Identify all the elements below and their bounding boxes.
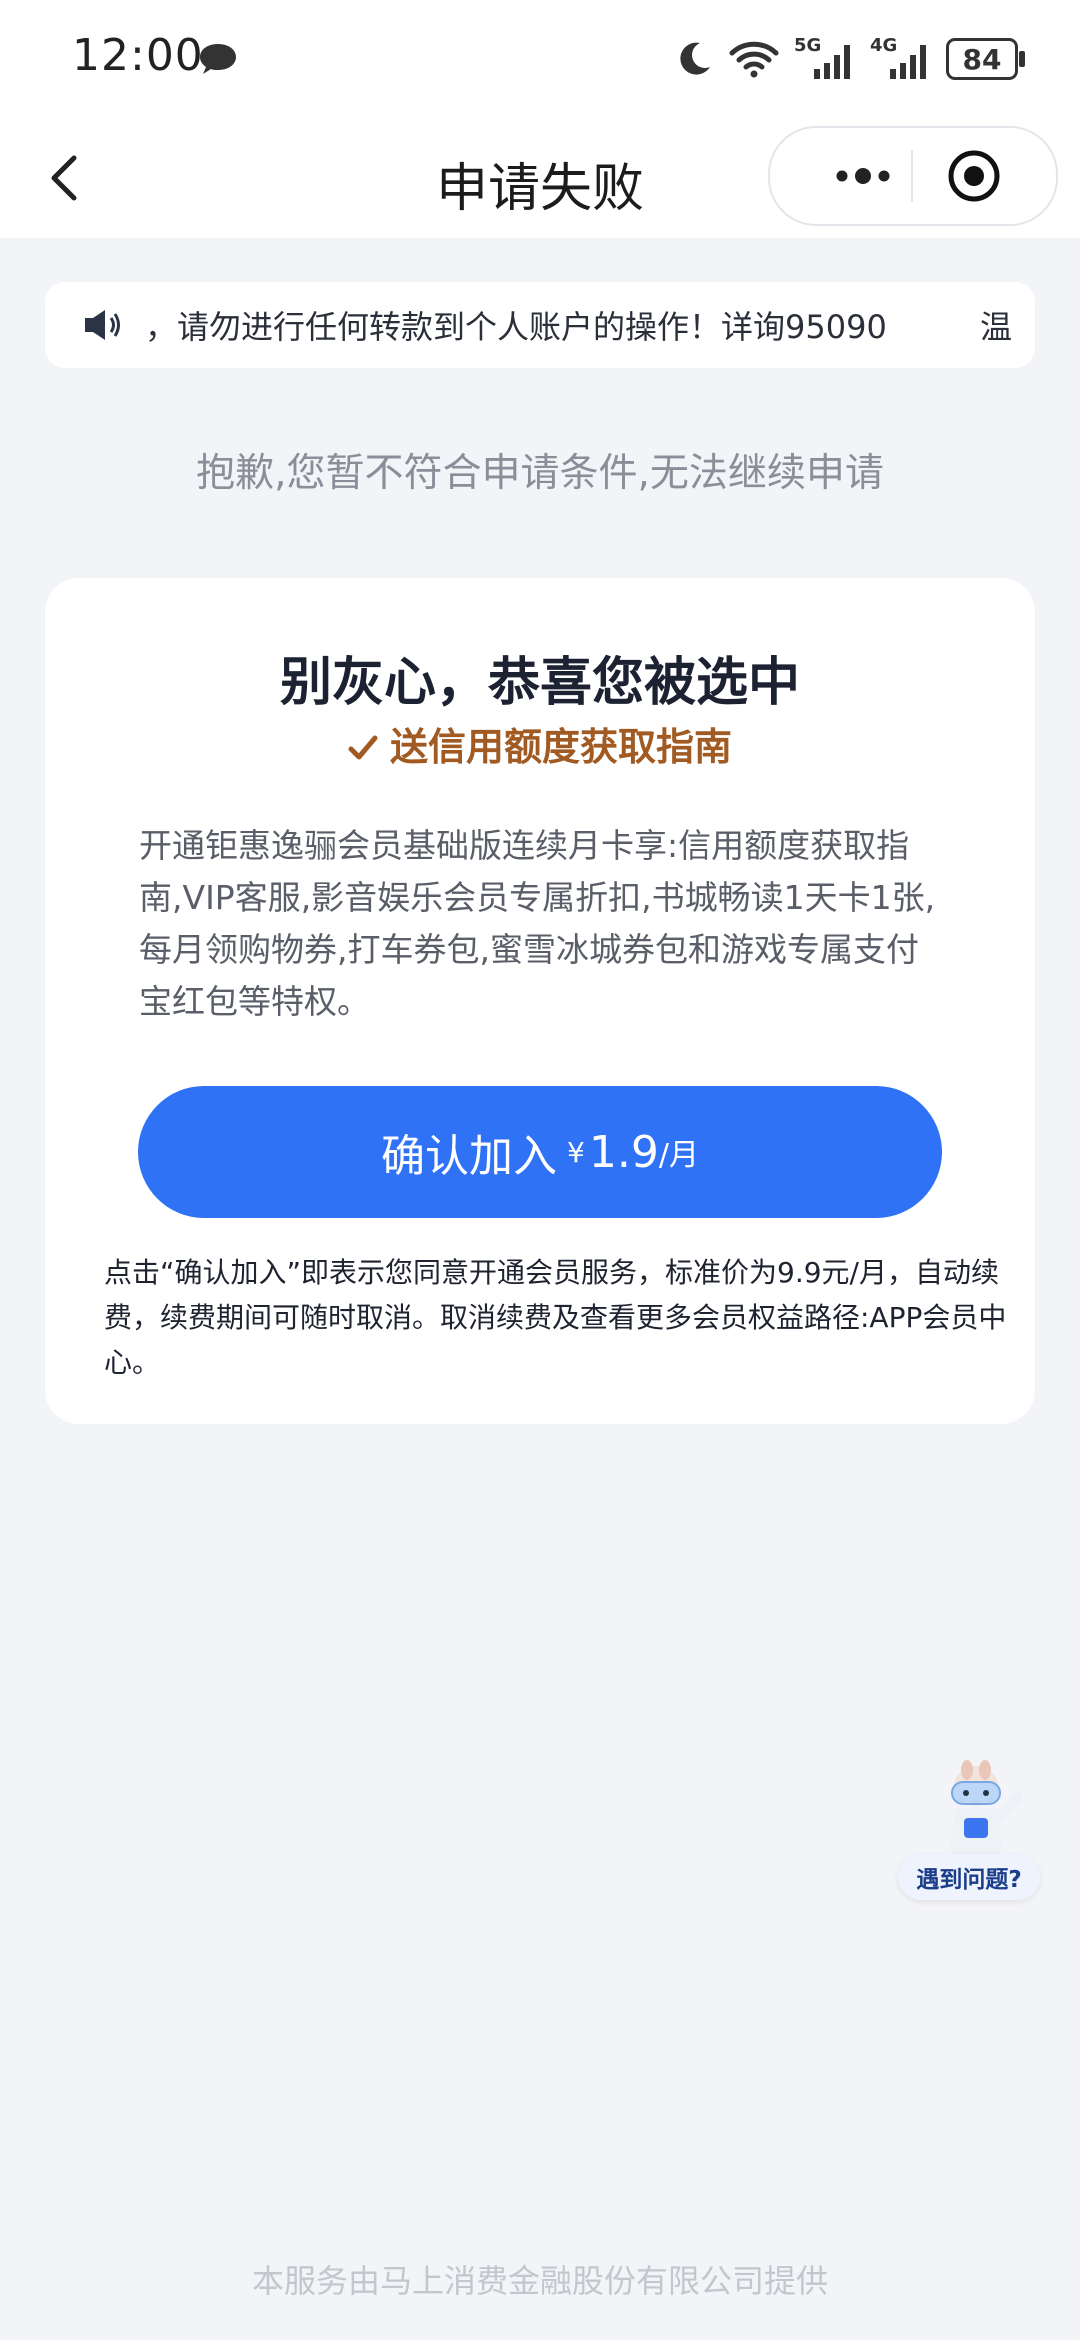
status-time: 12:00	[72, 30, 204, 81]
capsule-divider	[911, 150, 913, 202]
mini-program-capsule	[768, 126, 1058, 226]
mascot-icon	[950, 1760, 1023, 1856]
price-unit: /月	[658, 1138, 699, 1173]
signal-5g-icon: 5G	[794, 35, 856, 81]
checkmark-icon	[348, 735, 378, 760]
chat-bubble-icon	[200, 44, 236, 74]
status-icons: 5G 4G 84	[674, 34, 1025, 84]
card-title: 别灰心，恭喜您被选中	[279, 653, 800, 713]
battery-indicator: 84	[946, 38, 1025, 80]
help-floating-button[interactable]: 遇到问题?	[896, 1756, 1044, 1906]
notice-text-continued: 温	[980, 308, 1013, 346]
confirm-join-label: 确认加入	[381, 1131, 558, 1182]
price-currency: ¥	[567, 1135, 585, 1169]
close-mini-program-icon[interactable]	[946, 148, 1002, 204]
signal-4g-icon: 4G	[870, 35, 932, 81]
auto-renew-terms: 点击“确认加入”即表示您同意开通会员服务，标准价为9.9元/月，自动续费，续费期…	[104, 1256, 1007, 1379]
more-options-icon[interactable]	[804, 152, 922, 200]
card-subtitle: 送信用额度获取指南	[45, 716, 1035, 771]
confirm-join-button[interactable]: 确认加入 ¥ 1.9 /月	[138, 1086, 942, 1218]
price-value: 1.9	[588, 1126, 659, 1178]
notice-banner[interactable]: ，请勿进行任何转款到个人账户的操作！详询95090 温	[45, 282, 1035, 368]
service-provider-footer: 本服务由马上消费金融股份有限公司提供	[251, 2262, 828, 2300]
notice-text: ，请勿进行任何转款到个人账户的操作！详询95090	[145, 308, 887, 346]
ineligible-message: 抱歉,您暂不符合申请条件,无法继续申请	[196, 451, 884, 496]
nav-bar: 申请失败	[0, 118, 1080, 238]
moon-icon	[680, 42, 710, 75]
card-subtitle-text: 送信用额度获取指南	[389, 725, 732, 769]
speaker-icon	[85, 310, 120, 340]
battery-level: 84	[962, 42, 1002, 76]
help-label: 遇到问题?	[898, 1854, 1040, 1900]
status-bar: 12:00 5G 4G 84	[0, 0, 1080, 118]
membership-description: 开通钜惠逸骊会员基础版连续月卡享:信用额度获取指南,VIP客服,影音娱乐会员专属…	[139, 826, 936, 1021]
wifi-icon	[729, 41, 779, 78]
membership-offer-card: 别灰心，恭喜您被选中 送信用额度获取指南 开通钜惠逸骊会员基础版连续月卡享:信用…	[45, 578, 1035, 1424]
